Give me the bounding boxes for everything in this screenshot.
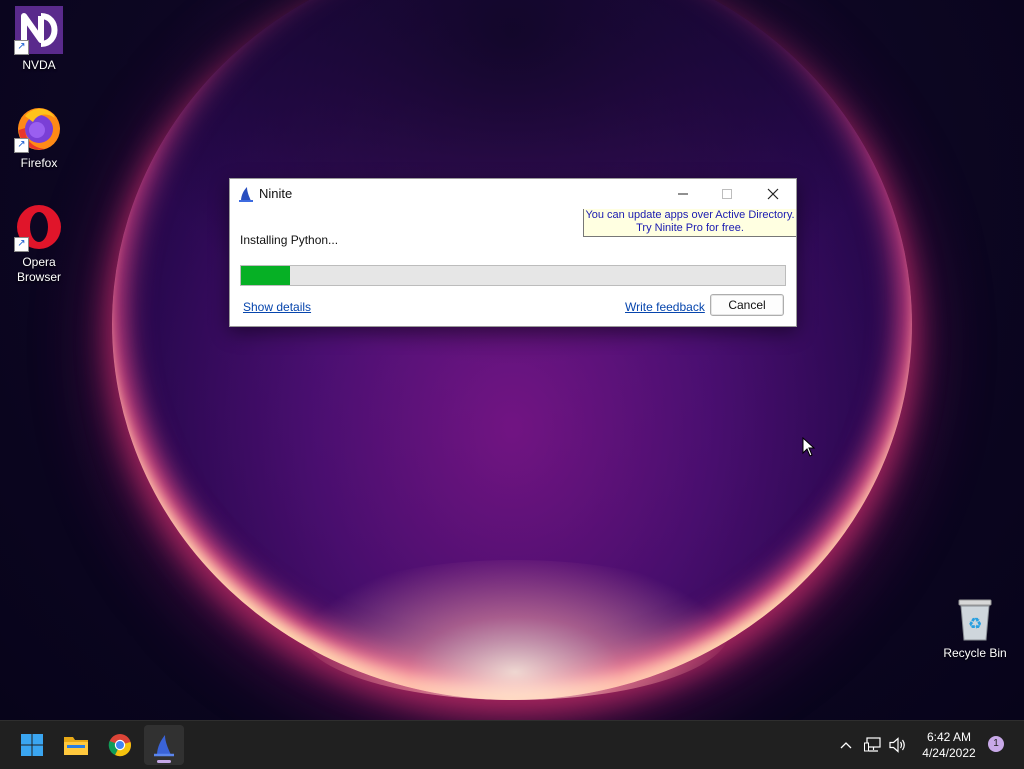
notification-badge[interactable]: 1 bbox=[988, 736, 1004, 752]
cancel-button[interactable]: Cancel bbox=[710, 294, 784, 316]
start-button[interactable] bbox=[12, 725, 52, 765]
taskbar: 6:42 AM 4/24/2022 bbox=[0, 720, 1024, 769]
svg-text:♻: ♻ bbox=[968, 614, 982, 633]
taskbar-clock[interactable]: 6:42 AM 4/24/2022 bbox=[912, 729, 986, 761]
title-bar[interactable]: Ninite bbox=[230, 179, 796, 209]
install-progress-bar bbox=[240, 265, 786, 286]
minimize-icon bbox=[677, 193, 688, 195]
desktop-icon-label: NVDA bbox=[22, 58, 56, 72]
ninite-icon bbox=[154, 735, 174, 757]
minimize-button[interactable] bbox=[660, 179, 705, 209]
clock-date: 4/24/2022 bbox=[922, 746, 976, 760]
close-icon bbox=[767, 188, 778, 200]
show-hidden-icons-button[interactable] bbox=[834, 721, 858, 769]
shortcut-arrow-icon: ↗ bbox=[14, 237, 29, 252]
chrome-icon bbox=[108, 734, 131, 757]
maximize-button bbox=[704, 179, 749, 209]
firefox-icon: ↗ bbox=[14, 104, 63, 153]
opera-icon: ↗ bbox=[14, 203, 63, 252]
ninite-icon bbox=[238, 186, 254, 202]
progress-fill bbox=[241, 266, 290, 285]
ninite-dialog: Ninite You can update apps over Active D… bbox=[229, 178, 797, 327]
desktop-icon-label: Opera Browser bbox=[16, 255, 61, 284]
clock-time: 6:42 AM bbox=[926, 730, 972, 744]
desktop-icon-opera[interactable]: ↗ Opera Browser bbox=[1, 203, 77, 285]
desktop-wallpaper bbox=[0, 0, 1024, 720]
desktop-icon-nvda[interactable]: ↗ NVDA bbox=[1, 6, 77, 73]
promo-line-1: You can update apps over Active Director… bbox=[585, 209, 795, 221]
window-title: Ninite bbox=[259, 186, 293, 201]
recycle-bin-icon: ♻ bbox=[955, 598, 995, 642]
start-icon bbox=[21, 734, 43, 756]
install-status: Installing Python... bbox=[240, 233, 339, 247]
shortcut-arrow-icon: ↗ bbox=[14, 138, 29, 153]
desktop-icon-label: Recycle Bin bbox=[943, 646, 1007, 660]
mouse-cursor-icon bbox=[802, 436, 816, 457]
close-button[interactable] bbox=[750, 179, 795, 209]
shortcut-arrow-icon: ↗ bbox=[14, 40, 29, 55]
active-indicator bbox=[157, 760, 171, 763]
volume-button[interactable] bbox=[886, 721, 910, 769]
taskbar-ninite[interactable] bbox=[144, 725, 184, 765]
network-button[interactable] bbox=[861, 721, 885, 769]
show-details-link[interactable]: Show details bbox=[243, 300, 311, 314]
chevron-up-icon bbox=[840, 742, 852, 749]
wallpaper-glow bbox=[300, 560, 730, 700]
network-icon bbox=[864, 737, 881, 752]
promo-line-2: Try Ninite Pro for free. bbox=[636, 222, 744, 234]
file-explorer-icon bbox=[64, 737, 88, 755]
nvda-icon: ↗ bbox=[14, 6, 63, 55]
promo-banner[interactable]: You can update apps over Active Director… bbox=[583, 209, 796, 237]
desktop-icon-recycle-bin[interactable]: ♻ Recycle Bin bbox=[937, 598, 1013, 661]
speaker-icon bbox=[889, 737, 905, 753]
desktop-icon-label: Firefox bbox=[20, 156, 58, 170]
taskbar-file-explorer[interactable] bbox=[56, 725, 96, 765]
taskbar-chrome[interactable] bbox=[100, 725, 140, 765]
maximize-icon bbox=[721, 189, 732, 199]
write-feedback-link[interactable]: Write feedback bbox=[625, 300, 705, 314]
desktop-icon-firefox[interactable]: ↗ Firefox bbox=[1, 104, 77, 171]
